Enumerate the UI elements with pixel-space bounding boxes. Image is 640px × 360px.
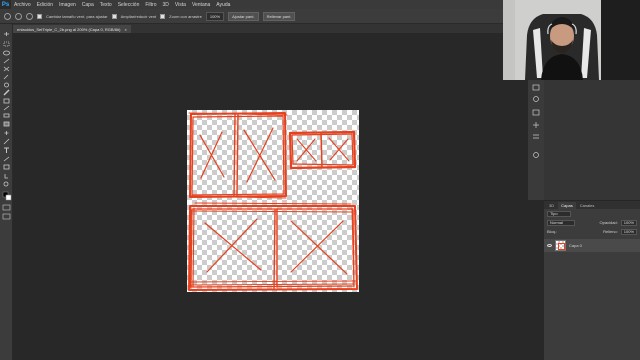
eyedropper-tool-icon[interactable] (3, 74, 9, 80)
layers-panel-tabs: 3D Capas Canales (544, 201, 640, 209)
menu-filtro[interactable]: Filtro (142, 2, 159, 8)
zoom-all-windows-label: Ampliar/reducir vent (120, 13, 157, 19)
tab-capas[interactable]: Capas (558, 202, 576, 209)
layer-filter-row: Tipo (544, 209, 640, 218)
opacity-label: Opacidad: (599, 220, 618, 225)
resize-windows-label: Cambiar tamaño vent. para ajustar (46, 13, 108, 19)
close-icon[interactable]: × (124, 27, 126, 32)
marquee-tool-icon[interactable] (3, 41, 10, 47)
opacity-field[interactable]: 100% (620, 219, 637, 226)
zoom-percentage-field[interactable]: 100% (205, 11, 225, 21)
lasso-tool-icon[interactable] (3, 50, 10, 56)
photoshop-logo-icon: Ps (0, 0, 11, 9)
document-tab-bar: enlaoidos_SetTriple_C_2b.png al 200% (Ca… (13, 24, 528, 33)
menu-capa[interactable]: Capa (79, 2, 97, 8)
swatches-panel-icon[interactable] (532, 109, 540, 116)
menu-texto[interactable]: Texto (97, 2, 115, 8)
background-color-swatch[interactable] (5, 194, 12, 201)
canvas-workspace[interactable] (13, 33, 528, 360)
screen-mode-icon[interactable] (2, 213, 11, 220)
gradient-tool-icon[interactable] (3, 121, 10, 127)
red-sketch-drawing (188, 112, 358, 291)
fill-screen-button[interactable]: Rellenar pant. (262, 11, 296, 21)
lock-fill-row: Bloq.: Relleno: 100% (544, 227, 640, 236)
document-tab-title: enlaoidos_SetTriple_C_2b.png al 200% (Ca… (17, 26, 121, 32)
menu-ventana[interactable]: Ventana (189, 2, 213, 8)
stamp-tool-icon[interactable] (3, 98, 10, 104)
collapsed-panel-dock (528, 80, 544, 200)
zoom-all-windows-checkbox[interactable] (111, 13, 117, 19)
top-left-frame (188, 112, 288, 199)
paragraph-panel-icon[interactable] (533, 134, 539, 139)
quick-select-tool-icon[interactable] (3, 58, 10, 64)
move-tool-icon[interactable] (4, 32, 9, 36)
eraser-tool-icon[interactable] (3, 113, 10, 118)
fill-label: Relleno: (603, 229, 618, 234)
webcam-overlay (503, 0, 640, 80)
fit-screen-button[interactable]: Ajustar pant. (228, 11, 259, 21)
right-panel-dock (544, 80, 640, 200)
layers-panel: 3D Capas Canales Tipo Normal Opacidad: 1… (544, 200, 640, 360)
layer-row[interactable]: Capa 0 (544, 239, 640, 252)
document-canvas[interactable] (187, 110, 359, 292)
zoom-in-icon[interactable] (15, 12, 22, 20)
zoom-tool-icon[interactable] (4, 12, 11, 20)
adjustments-panel-icon[interactable] (533, 122, 539, 128)
dock-icons (532, 84, 540, 158)
layer-thumbnail (555, 240, 566, 251)
document-tab[interactable]: enlaoidos_SetTriple_C_2b.png al 200% (Ca… (13, 25, 131, 33)
layer-filter-select[interactable]: Tipo (547, 210, 571, 217)
menu-seleccion[interactable]: Selección (115, 2, 143, 8)
top-right-crosses (296, 137, 350, 162)
history-panel-icon[interactable] (532, 84, 540, 91)
dodge-tool-icon[interactable] (4, 131, 9, 135)
crop-tool-icon[interactable] (3, 66, 10, 72)
menu-3d[interactable]: 3D (160, 2, 172, 8)
properties-panel-icon[interactable] (533, 96, 539, 102)
history-brush-tool-icon[interactable] (3, 105, 10, 111)
scrubby-zoom-checkbox[interactable] (160, 13, 166, 19)
menu-imagen[interactable]: Imagen (56, 2, 79, 8)
blend-opacity-row: Normal Opacidad: 100% (544, 218, 640, 227)
fill-field[interactable]: 100% (620, 228, 637, 235)
path-select-tool-icon[interactable] (3, 156, 10, 162)
eye-icon[interactable] (547, 244, 552, 247)
tab-canales[interactable]: Canales (577, 202, 598, 209)
hand-tool-icon[interactable] (4, 174, 8, 179)
pen-tool-icon[interactable] (3, 138, 10, 145)
top-right-frame (288, 130, 357, 170)
menu-ayuda[interactable]: Ayuda (213, 2, 233, 8)
lock-label: Bloq.: (547, 229, 558, 234)
layer-name[interactable]: Capa 0 (569, 243, 582, 248)
shape-tool-icon[interactable] (3, 164, 10, 170)
menu-edicion[interactable]: Edición (34, 2, 56, 8)
navigator-panel-icon[interactable] (533, 152, 539, 158)
resize-windows-checkbox[interactable] (37, 13, 42, 19)
quick-mask-icon[interactable] (2, 204, 11, 211)
menu-archivo[interactable]: Archivo (11, 2, 34, 8)
text-tool-icon[interactable] (4, 147, 9, 153)
brush-tool-icon[interactable] (3, 89, 10, 96)
tool-icons (2, 32, 12, 220)
blend-mode-select[interactable]: Normal (547, 219, 575, 226)
bottom-frame (188, 202, 358, 291)
healing-tool-icon[interactable] (4, 82, 9, 88)
scrubby-zoom-label: Zoom con arrastre (169, 13, 202, 19)
zoom-out-icon[interactable] (26, 12, 33, 20)
tab-3d[interactable]: 3D (546, 202, 557, 209)
tools-panel (0, 24, 13, 360)
zoom-tool-icon[interactable] (3, 181, 9, 187)
menu-vista[interactable]: Vista (172, 2, 189, 8)
bottom-crosses (204, 218, 348, 275)
presenter-video (503, 0, 640, 80)
